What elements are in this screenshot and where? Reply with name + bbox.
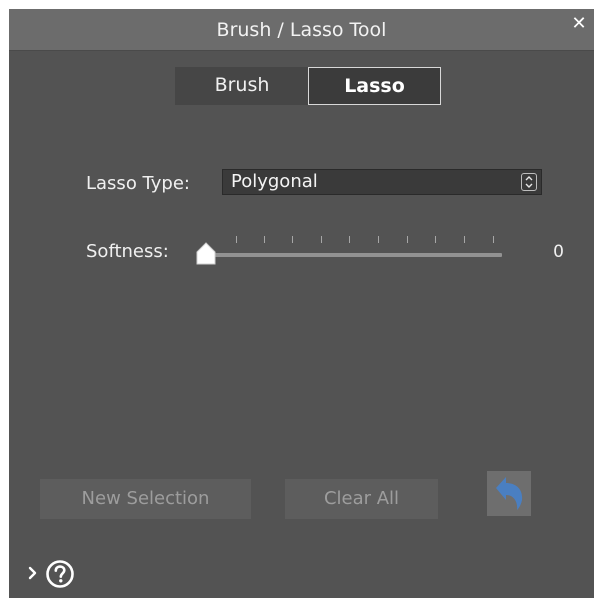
tab-lasso[interactable]: Lasso — [308, 67, 441, 105]
slider-tick — [264, 236, 265, 243]
title-bar[interactable]: Brush / Lasso Tool ✕ — [9, 9, 594, 51]
softness-slider-track[interactable] — [205, 253, 502, 257]
new-selection-button[interactable]: New Selection — [40, 479, 251, 519]
slider-tick — [321, 236, 322, 243]
tab-brush[interactable]: Brush — [175, 67, 309, 105]
slider-tick — [378, 236, 379, 243]
softness-slider-thumb[interactable] — [195, 240, 217, 266]
slider-tick — [292, 236, 293, 243]
lasso-type-label: Lasso Type: — [86, 173, 190, 194]
slider-tick — [464, 236, 465, 243]
softness-value: 0 — [553, 242, 564, 262]
close-icon[interactable]: ✕ — [570, 15, 588, 33]
chevron-right-icon[interactable] — [27, 563, 39, 583]
slider-tick — [493, 236, 494, 243]
slider-tick — [349, 236, 350, 243]
slider-tick — [435, 236, 436, 243]
undo-icon — [496, 477, 523, 510]
undo-button[interactable] — [487, 471, 531, 516]
window-title: Brush / Lasso Tool — [216, 19, 387, 41]
clear-all-button[interactable]: Clear All — [285, 479, 438, 519]
chevron-up-down-icon — [521, 173, 537, 191]
slider-tick — [407, 236, 408, 243]
lasso-type-value: Polygonal — [231, 171, 318, 192]
slider-tick — [236, 236, 237, 243]
lasso-type-select[interactable]: Polygonal — [222, 169, 542, 195]
help-icon[interactable] — [45, 559, 75, 589]
softness-label: Softness: — [86, 241, 169, 262]
brush-lasso-panel: Brush / Lasso Tool ✕ Brush Lasso Lasso T… — [9, 9, 594, 598]
